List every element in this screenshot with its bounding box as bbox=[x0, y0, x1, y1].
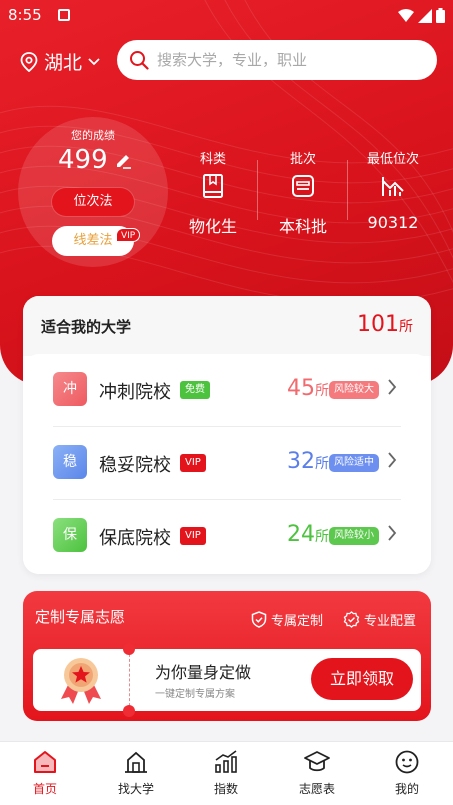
university-total: 101所 bbox=[357, 312, 413, 337]
chevron-right-icon bbox=[388, 379, 397, 395]
feature-exclusive: 专属定制 bbox=[251, 610, 323, 629]
rank-chart-icon bbox=[382, 177, 404, 196]
tab-label: 我的 bbox=[394, 782, 419, 796]
ticket-divider bbox=[129, 649, 130, 711]
metric-batch[interactable]: 批次 本科批 bbox=[258, 148, 348, 237]
list-item-rush[interactable]: 冲 冲刺院校 免费 45所 风险较大 bbox=[53, 354, 401, 426]
row-count-unit: 所 bbox=[315, 529, 329, 545]
tab-label: 指数 bbox=[213, 782, 238, 796]
custom-ticket[interactable]: 为你量身定做 一键定制专属方案 立即领取 bbox=[33, 643, 421, 717]
university-total-unit: 所 bbox=[399, 319, 413, 335]
search-bar[interactable] bbox=[117, 40, 437, 80]
card-title: 适合我的大学 bbox=[41, 318, 132, 336]
graduation-cap-icon bbox=[304, 751, 330, 772]
feature-label: 专业配置 bbox=[364, 614, 417, 629]
row-name: 保底院校 bbox=[99, 528, 171, 549]
chevron-right-icon bbox=[388, 452, 397, 468]
row-count: 45所 bbox=[287, 376, 329, 401]
row-count: 32所 bbox=[287, 449, 329, 474]
suitable-universities-card: 适合我的大学 101所 冲 冲刺院校 免费 45所 风险较大 稳 稳妥院校 VI… bbox=[23, 296, 431, 574]
edit-pencil-icon[interactable] bbox=[114, 151, 132, 169]
notification-icon bbox=[58, 9, 70, 21]
score-panel: 您的成绩 499 位次法 线差法 VIP bbox=[18, 117, 168, 267]
risk-badge: 风险适中 bbox=[329, 454, 379, 472]
list-item-safe[interactable]: 保 保底院校 VIP 24所 风险较小 bbox=[53, 500, 401, 572]
row-count-value: 45 bbox=[287, 376, 315, 401]
vip-tag: VIP bbox=[180, 527, 206, 545]
list-item-steady[interactable]: 稳 稳妥院校 VIP 32所 风险适中 bbox=[53, 427, 401, 499]
claim-now-button[interactable]: 立即领取 bbox=[311, 658, 413, 700]
row-count-unit: 所 bbox=[315, 383, 329, 399]
ticket-notch bbox=[123, 643, 135, 655]
status-bar: 8:55 bbox=[0, 0, 453, 32]
row-count-value: 24 bbox=[287, 522, 315, 547]
batch-icon bbox=[292, 175, 314, 197]
university-icon bbox=[125, 751, 147, 773]
verified-badge-icon bbox=[343, 611, 360, 628]
score-value: 499 bbox=[58, 145, 108, 175]
tab-profile[interactable]: 我的 bbox=[372, 748, 442, 797]
vip-tag: VIP bbox=[180, 454, 206, 472]
chevron-down-icon bbox=[88, 57, 100, 65]
location-pin-icon bbox=[20, 51, 38, 72]
safe-badge-icon: 保 bbox=[53, 518, 87, 552]
custom-volunteer-card: 定制专属志愿 专属定制 专业配置 为你量身定做 一键定制专属方案 立即领取 bbox=[23, 591, 431, 721]
risk-badge: 风险较大 bbox=[329, 381, 379, 399]
shield-check-icon bbox=[251, 611, 267, 628]
tab-label: 志愿表 bbox=[298, 782, 335, 796]
metric-label: 最低位次 bbox=[366, 152, 419, 167]
tab-label: 找大学 bbox=[117, 782, 154, 796]
profile-icon bbox=[395, 750, 419, 774]
metric-label: 科类 bbox=[199, 152, 226, 167]
tab-find-university[interactable]: 找大学 bbox=[101, 748, 171, 797]
row-count: 24所 bbox=[287, 522, 329, 547]
search-icon bbox=[130, 51, 149, 70]
index-chart-icon bbox=[215, 750, 237, 773]
card-body: 冲 冲刺院校 免费 45所 风险较大 稳 稳妥院校 VIP 32所 风险适中 保… bbox=[23, 354, 431, 574]
university-total-count: 101 bbox=[357, 312, 399, 337]
metric-value: 本科批 bbox=[278, 217, 327, 236]
tab-label: 首页 bbox=[32, 782, 57, 796]
custom-main-text: 为你量身定做 bbox=[155, 663, 252, 682]
feature-label: 专属定制 bbox=[271, 614, 324, 629]
free-tag: 免费 bbox=[180, 381, 210, 399]
tab-volunteer-form[interactable]: 志愿表 bbox=[282, 748, 352, 797]
rush-badge-icon: 冲 bbox=[53, 372, 87, 406]
row-count-unit: 所 bbox=[315, 456, 329, 472]
feature-major-config: 专业配置 bbox=[343, 610, 416, 629]
metric-subject[interactable]: 科类 物化生 bbox=[168, 148, 258, 237]
row-name: 稳妥院校 bbox=[99, 455, 171, 476]
card-header[interactable]: 适合我的大学 101所 bbox=[23, 296, 431, 356]
location-city: 湖北 bbox=[44, 52, 83, 74]
vip-badge: VIP bbox=[116, 228, 141, 242]
steady-badge-icon: 稳 bbox=[53, 445, 87, 479]
status-icons bbox=[398, 8, 445, 23]
bottom-tab-bar: 首页 找大学 指数 志愿表 我的 bbox=[0, 741, 453, 805]
custom-sub-text: 一键定制专属方案 bbox=[155, 689, 235, 700]
tab-home[interactable]: 首页 bbox=[10, 748, 80, 797]
risk-badge: 风险较小 bbox=[329, 527, 379, 545]
book-icon bbox=[203, 174, 223, 198]
chevron-right-icon bbox=[388, 525, 397, 541]
ticket-notch bbox=[123, 705, 135, 717]
custom-title: 定制专属志愿 bbox=[35, 608, 126, 626]
metric-value: 物化生 bbox=[188, 217, 237, 236]
metric-min-rank[interactable]: 最低位次 90312 bbox=[348, 148, 438, 232]
row-count-value: 32 bbox=[287, 449, 315, 474]
search-input[interactable] bbox=[157, 51, 417, 69]
score-label: 您的成绩 bbox=[71, 129, 115, 142]
rank-method-button[interactable]: 位次法 bbox=[52, 188, 134, 216]
wifi-icon bbox=[398, 8, 414, 22]
location-selector[interactable]: 湖北 bbox=[20, 48, 100, 75]
award-medal-icon bbox=[61, 658, 101, 704]
score-value-group[interactable]: 499 bbox=[58, 145, 132, 175]
status-time: 8:55 bbox=[8, 6, 42, 24]
signal-icon bbox=[418, 8, 432, 23]
tab-index[interactable]: 指数 bbox=[191, 748, 261, 797]
battery-icon bbox=[436, 8, 445, 23]
row-name: 冲刺院校 bbox=[99, 382, 171, 403]
home-icon bbox=[34, 751, 56, 773]
metric-value: 90312 bbox=[367, 213, 419, 232]
metric-label: 批次 bbox=[289, 152, 316, 167]
